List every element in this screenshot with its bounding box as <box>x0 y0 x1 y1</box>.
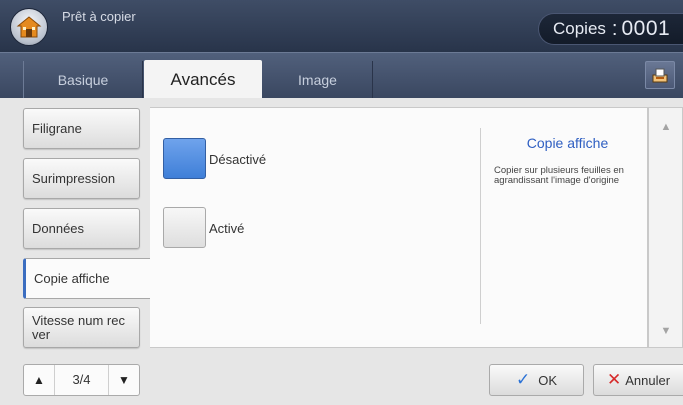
tray-icon <box>652 68 668 83</box>
triangle-up-icon: ▲ <box>33 373 45 387</box>
scrollbar[interactable]: ▲ ▼ <box>648 107 683 348</box>
home-button[interactable] <box>10 8 48 46</box>
option-active-button[interactable] <box>163 207 206 248</box>
checkmark-icon: ✓ <box>515 370 531 389</box>
copies-counter: Copies : 0001 <box>538 13 683 45</box>
description-title: Copie affiche <box>526 135 609 151</box>
scroll-down-icon[interactable]: ▼ <box>657 322 675 340</box>
option-active-label: Activé <box>209 221 245 236</box>
description-text: Copier sur plusieurs feuilles en agrandi… <box>494 165 624 186</box>
copies-separator: : <box>611 17 618 40</box>
cancel-button[interactable]: ✕ Annuler <box>593 364 683 396</box>
page-down-button[interactable]: ▼ <box>109 365 139 395</box>
sidebar-item-vitesse-num[interactable]: Vitesse num rec ver <box>23 307 140 348</box>
ok-label: OK <box>538 372 558 388</box>
page-navigator: ▲ 3/4 ▼ <box>23 364 140 396</box>
tab-basique[interactable]: Basique <box>23 61 143 99</box>
status-message: Prêt à copier <box>62 9 136 24</box>
sidebar-item-surimpression[interactable]: Surimpression <box>23 158 140 199</box>
tab-image[interactable]: Image <box>263 61 373 99</box>
cancel-label: Annuler <box>625 372 671 388</box>
sidebar-item-copie-affiche[interactable]: Copie affiche <box>23 258 152 299</box>
tab-bar: Basique Avancés Image <box>0 52 683 100</box>
sidebar-item-label: Filigrane <box>32 121 82 136</box>
copies-label: Copies <box>553 19 606 38</box>
close-icon: ✕ <box>606 370 622 389</box>
option-desactive-button[interactable] <box>163 138 206 179</box>
sidebar-item-label: Surimpression <box>32 171 116 186</box>
ok-button[interactable]: ✓ OK <box>489 364 584 396</box>
triangle-down-icon: ▼ <box>118 373 130 387</box>
sidebar-item-label: Données <box>32 221 85 236</box>
sidebar-item-label: Copie affiche <box>34 271 110 286</box>
copies-value: 0001 <box>621 17 671 40</box>
page-up-button[interactable]: ▲ <box>24 365 54 395</box>
sidebar-item-label: Vitesse num rec ver <box>32 312 125 342</box>
page-indicator: 3/4 <box>54 365 109 395</box>
sidebar-item-filigrane[interactable]: Filigrane <box>23 108 140 149</box>
scroll-up-icon[interactable]: ▲ <box>657 118 675 136</box>
tab-avances[interactable]: Avancés <box>144 60 262 100</box>
job-status-button[interactable] <box>645 61 675 89</box>
home-icon <box>16 16 42 38</box>
status-bar: Prêt à copier Copies : 0001 <box>0 0 683 52</box>
options-panel: Désactivé Activé Copie affiche Copier su… <box>150 107 648 348</box>
panel-divider <box>480 128 481 324</box>
option-desactive-label: Désactivé <box>209 152 267 167</box>
sidebar-item-donnees[interactable]: Données <box>23 208 140 249</box>
